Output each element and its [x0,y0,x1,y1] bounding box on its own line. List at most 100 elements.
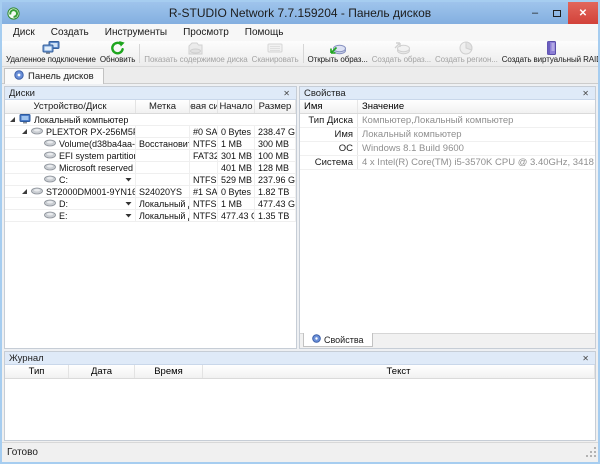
properties-empty-area [300,170,595,333]
toolbar-button-label: Создать виртуальный RAID [502,55,598,64]
tree-expander-icon[interactable] [9,116,16,123]
table-row[interactable]: C: NTFS 529 MB 237.96 GB [5,174,296,186]
chevron-down-icon[interactable] [123,201,132,206]
show-disk-content-button[interactable]: Показать содержимое диска [142,41,249,66]
disks-table-header: Устройство/Диск Метка Файловая система Н… [5,100,296,114]
fs-cell: NTFS [190,174,218,185]
maximize-icon [553,10,561,17]
tree-expander-icon[interactable] [21,128,28,135]
table-row[interactable]: Microsoft reserved pa... 401 MB 128 MB [5,162,296,174]
tab-disk-panel[interactable]: Панель дисков [4,68,104,84]
toolbar-button-label: Сканировать [252,55,299,64]
device-name: Microsoft reserved pa... [59,163,136,173]
table-row[interactable]: ST2000DM001-9YN164 ... S24020YS #1 SA...… [5,186,296,198]
chevron-down-icon[interactable] [123,177,132,182]
label-cell: Локальный д... [136,198,190,209]
size-cell: 1.82 TB [255,186,296,197]
open-image-icon [329,41,346,55]
column-label[interactable]: Метка [136,100,190,113]
column-time[interactable]: Время [135,365,203,378]
tab-properties[interactable]: Свойства [303,333,373,347]
property-row[interactable]: Система 4 x Intel(R) Core(TM) i5-3570K C… [300,156,595,170]
size-cell: 128 MB [255,162,296,173]
journal-panel-title: Журнал [9,353,44,364]
toolbar-button-label: Создать регион... [435,55,498,64]
menu-create[interactable]: Создать [43,25,97,40]
properties-panel: Свойства ✕ Имя Значение Тип Диска Компью… [299,86,596,349]
properties-panel-title: Свойства [304,88,346,99]
table-row[interactable]: PLEXTOR PX-256M5Pro ... #0 SA... 0 Bytes… [5,126,296,138]
start-cell: 1 MB [218,198,255,209]
label-cell [136,174,190,185]
device-name: C: [59,175,68,185]
close-button[interactable]: ✕ [568,2,598,24]
device-name: EFI system partition [59,151,136,161]
create-image-button[interactable]: Создать образ... [370,41,433,66]
status-text: Готово [7,447,38,458]
property-value: Локальный компьютер [358,128,595,141]
maximize-button[interactable] [546,2,568,24]
label-cell: S24020YS [136,186,190,197]
window-title: R-STUDIO Network 7.7.159204 - Панель дис… [2,6,598,20]
column-filesystem[interactable]: Файловая система [190,100,218,113]
device-name: ST2000DM001-9YN164 ... [46,187,136,197]
refresh-icon [110,41,125,55]
close-icon[interactable]: ✕ [580,354,591,363]
remote-connection-button[interactable]: Удаленное подключение [4,41,98,66]
column-size[interactable]: Размер [255,100,296,113]
app-icon[interactable] [7,7,20,20]
property-row[interactable]: Имя Локальный компьютер [300,128,595,142]
chevron-down-icon[interactable] [123,213,132,218]
journal-empty-area [5,379,595,440]
fs-cell: NTFS [190,210,218,221]
disk-icon [44,139,56,149]
table-row[interactable]: D: Локальный д... NTFS 1 MB 477.43 GB [5,198,296,210]
toolbar-button-label: Создать образ... [372,55,431,64]
table-row[interactable]: Volume(d38ba4aa-2.. Восстановить NTFS 1 … [5,138,296,150]
resize-grip[interactable] [586,447,597,461]
toolbar-button-label: Удаленное подключение [6,55,96,64]
document-tabstrip: Панель дисков [2,67,598,84]
menu-help[interactable]: Помощь [237,25,292,40]
open-image-button[interactable]: Открыть образ... [306,41,370,66]
label-cell: Восстановить [136,138,190,149]
menu-view[interactable]: Просмотр [175,25,237,40]
table-row[interactable]: E: Локальный д... NTFS 477.43 GB 1.35 TB [5,210,296,222]
column-value[interactable]: Значение [358,100,595,113]
property-row[interactable]: Тип Диска Компьютер,Локальный компьютер [300,114,595,128]
toolbar-button-label: Открыть образ... [308,55,368,64]
table-row[interactable]: EFI system partition FAT32 301 MB 100 MB [5,150,296,162]
column-start[interactable]: Начало [218,100,255,113]
disk-icon [44,175,56,185]
start-cell: 301 MB [218,150,255,161]
refresh-button[interactable]: Обновить [98,41,137,66]
disk-icon [44,199,56,209]
label-cell: Локальный д... [136,210,190,221]
scan-button[interactable]: Сканировать [250,41,301,66]
column-type[interactable]: Тип [5,365,69,378]
column-date[interactable]: Дата [69,365,135,378]
menu-tools[interactable]: Инструменты [97,25,175,40]
column-name[interactable]: Имя [300,100,358,113]
column-device[interactable]: Устройство/Диск [5,100,136,113]
device-name: Volume(d38ba4aa-2.. [59,139,136,149]
tree-expander-icon[interactable] [21,188,28,195]
size-cell: 238.47 GB [255,126,296,137]
computer-icon [19,114,31,125]
start-cell: 0 Bytes [218,126,255,137]
create-virtual-raid-button[interactable]: Создать виртуальный RAID [500,41,598,66]
column-text[interactable]: Текст [203,365,595,378]
menu-disk[interactable]: Диск [5,25,43,40]
disk-panel-tab-icon [14,70,24,83]
tab-label: Панель дисков [28,71,94,82]
titlebar: R-STUDIO Network 7.7.159204 - Панель дис… [2,2,598,24]
disk-icon [44,211,56,221]
minimize-button[interactable]: – [524,2,546,24]
property-row[interactable]: ОС Windows 8.1 Build 9600 [300,142,595,156]
fs-cell: #0 SA... [190,126,218,137]
table-row[interactable]: Локальный компьютер [5,114,296,126]
create-region-button[interactable]: Создать регион... [433,41,500,66]
close-icon[interactable]: ✕ [580,89,591,98]
close-icon[interactable]: ✕ [281,89,292,98]
journal-panel: Журнал ✕ Тип Дата Время Текст [4,351,596,441]
